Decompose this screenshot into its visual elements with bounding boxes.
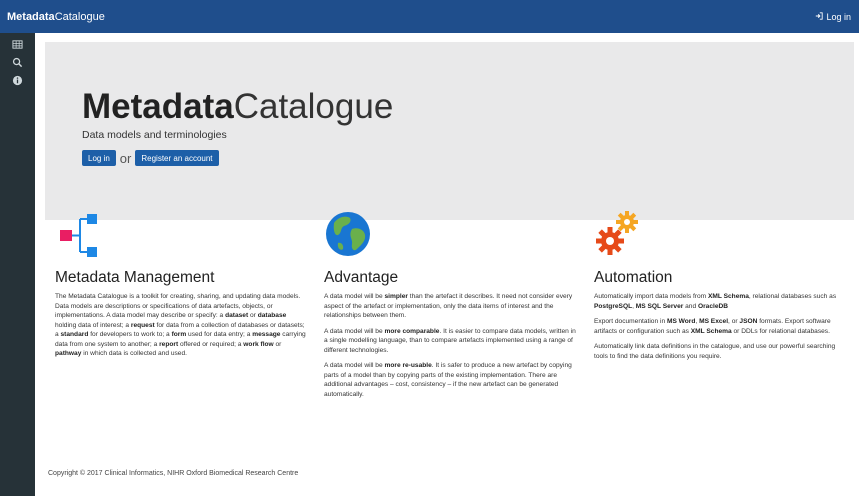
feature-title: Metadata Management xyxy=(55,269,215,286)
brand-bold: Metadata xyxy=(7,10,55,23)
footer-copyright: Copyright © 2017 Clinical Informatics, N… xyxy=(48,470,299,477)
text-segment: Automatically link data definitions in t… xyxy=(594,343,836,360)
bold-term: XML Schema xyxy=(690,327,732,335)
bold-term: XML Schema xyxy=(707,293,749,300)
text-segment: A data model will be xyxy=(324,327,385,335)
feature-paragraph: The Metadata Catalogue is a toolkit for … xyxy=(55,292,307,359)
bold-term: work flow xyxy=(243,340,274,348)
bold-term: dataset xyxy=(225,312,249,319)
hero-actions: Log in or Register an account xyxy=(82,150,219,166)
feature-body: Automatically import data models from XM… xyxy=(594,292,846,361)
bold-term: report xyxy=(159,340,179,348)
brand-light: Catalogue xyxy=(54,10,105,23)
feature-metadata-management: Metadata Management The Metadata Catalog… xyxy=(55,209,307,365)
text-segment: , relational databases such as xyxy=(748,293,837,300)
bold-term: MS Word xyxy=(666,318,696,325)
text-segment: Export documentation in xyxy=(594,318,667,325)
bold-term: OracleDB xyxy=(697,302,729,310)
text-segment: in which data is collected and used. xyxy=(81,350,187,357)
hierarchy-icon xyxy=(55,209,307,261)
bold-term: MS Excel xyxy=(699,318,729,325)
header-login-label: Log in xyxy=(826,11,851,22)
info-icon[interactable] xyxy=(9,73,27,88)
text-segment: and xyxy=(683,302,698,310)
bold-term: PostgreSQL xyxy=(594,302,633,310)
bold-term: message xyxy=(252,331,281,338)
feature-paragraph: Automatically link data definitions in t… xyxy=(594,342,846,361)
sign-in-icon xyxy=(815,11,824,22)
text-segment: or DDLs for relational databases. xyxy=(731,327,830,335)
register-button[interactable]: Register an account xyxy=(135,150,219,166)
main-content: MetadataCatalogue Data models and termin… xyxy=(35,33,859,496)
text-segment: or xyxy=(248,312,258,319)
feature-paragraph: Export documentation in MS Word, MS Exce… xyxy=(594,317,846,336)
bold-term: pathway xyxy=(55,350,82,357)
text-segment: The Metadata Catalogue is a toolkit for … xyxy=(55,293,301,300)
globe-icon xyxy=(324,209,576,261)
table-icon[interactable] xyxy=(9,37,27,52)
feature-paragraph: Automatically import data models from XM… xyxy=(594,292,846,311)
bold-term: JSON xyxy=(739,318,758,325)
bold-term: more comparable xyxy=(384,327,440,335)
text-segment: holding data of interest; a xyxy=(55,321,131,329)
hero-title: MetadataCatalogue xyxy=(82,87,393,127)
bold-term: more re-usable xyxy=(384,362,432,369)
sidebar xyxy=(0,33,35,496)
bold-term: form xyxy=(171,331,187,338)
text-segment: for developers to work to; a xyxy=(88,331,172,338)
feature-body: The Metadata Catalogue is a toolkit for … xyxy=(55,292,307,359)
hero-jumbotron: MetadataCatalogue Data models and termin… xyxy=(45,42,854,220)
feature-body: A data model will be simpler than the ar… xyxy=(324,292,576,399)
text-segment: or xyxy=(273,340,282,348)
bold-term: MS SQL Server xyxy=(635,302,684,310)
feature-title: Automation xyxy=(594,269,673,286)
feature-advantage: Advantage A data model will be simpler t… xyxy=(324,209,576,405)
bold-term: request xyxy=(130,321,155,329)
login-button[interactable]: Log in xyxy=(82,150,116,166)
feature-paragraph: A data model will be simpler than the ar… xyxy=(324,292,576,321)
hero-subtitle: Data models and terminologies xyxy=(82,129,227,141)
text-segment: A data model will be xyxy=(324,362,385,369)
bold-term: simpler xyxy=(384,293,408,300)
hero-title-light: Catalogue xyxy=(233,87,394,126)
top-navbar: MetadataCatalogue Log in xyxy=(0,0,859,33)
text-segment: A data model will be xyxy=(324,293,385,300)
hero-title-bold: Metadata xyxy=(82,87,234,126)
text-segment: offered or required; a xyxy=(178,340,244,348)
bold-term: standard xyxy=(60,331,89,338)
text-segment: used for data entry; a xyxy=(186,331,253,338)
feature-automation: Automation Automatically import data mod… xyxy=(594,209,846,367)
feature-paragraph: A data model will be more re-usable. It … xyxy=(324,361,576,399)
bold-term: database xyxy=(257,312,287,319)
or-text: or xyxy=(119,150,132,166)
search-icon[interactable] xyxy=(9,55,27,70)
text-segment: Automatically import data models from xyxy=(594,293,708,300)
brand-logo[interactable]: MetadataCatalogue xyxy=(7,11,105,23)
gears-icon xyxy=(594,209,846,261)
header-login-link[interactable]: Log in xyxy=(815,12,851,22)
feature-title: Advantage xyxy=(324,269,399,286)
feature-paragraph: A data model will be more comparable. It… xyxy=(324,327,576,356)
text-segment: , or xyxy=(728,318,740,325)
